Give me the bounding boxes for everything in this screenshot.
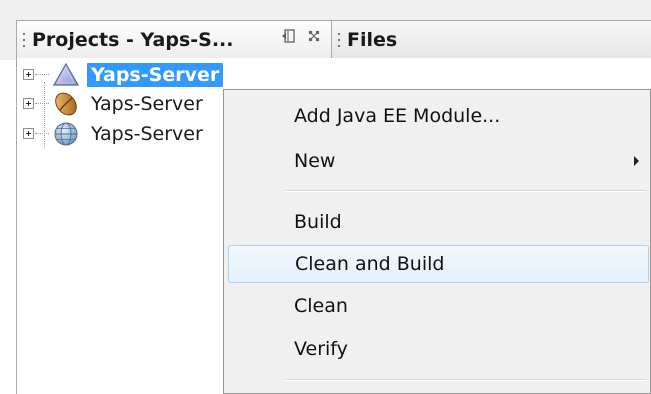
menu-item-add-java-ee-module[interactable]: Add Java EE Module... [228, 97, 649, 135]
close-icon[interactable] [307, 29, 321, 43]
tree-connector-line [35, 74, 49, 75]
tab-projects-label: Projects - Yaps-S... [32, 28, 234, 51]
menu-item-label: Add Java EE Module... [294, 105, 501, 127]
ide-window: Projects - Yaps-S... Files Yaps-Server Y… [0, 0, 651, 394]
tree-node-label[interactable]: Yaps-Server [87, 122, 207, 146]
tree-connector-line [35, 103, 49, 104]
drag-grip-icon[interactable] [337, 30, 341, 49]
tab-files[interactable]: Files [331, 20, 651, 58]
expand-plus-icon[interactable] [23, 69, 34, 80]
menu-item-label: Verify [294, 338, 348, 360]
menu-item-new[interactable]: New [228, 142, 649, 180]
minimize-window-icon[interactable] [281, 28, 297, 44]
menu-item-clean-and-build[interactable]: Clean and Build [228, 245, 649, 283]
tab-files-label: Files [347, 28, 398, 51]
menu-item-label: Clean [294, 295, 348, 317]
web-globe-icon [53, 121, 79, 147]
menu-item-build[interactable]: Build [228, 203, 649, 241]
tree-node-label[interactable]: Yaps-Server [87, 63, 224, 87]
ear-project-icon [52, 62, 80, 88]
tab-projects[interactable]: Projects - Yaps-S... [16, 20, 332, 58]
submenu-arrow-icon [634, 156, 639, 166]
drag-grip-icon[interactable] [22, 30, 26, 49]
menu-item-verify[interactable]: Verify [228, 330, 649, 368]
expand-plus-icon[interactable] [23, 98, 34, 109]
expand-plus-icon[interactable] [23, 128, 34, 139]
menu-item-label: New [294, 150, 336, 172]
tab-controls [281, 28, 321, 44]
menu-separator [286, 190, 646, 192]
menu-item-label: Clean and Build [295, 253, 445, 275]
tree-node-label[interactable]: Yaps-Server [87, 92, 207, 116]
tab-strip: Projects - Yaps-S... Files [0, 0, 651, 60]
menu-item-clean[interactable]: Clean [228, 287, 649, 325]
tree-connector-line [44, 82, 45, 148]
ejb-bean-icon [53, 91, 79, 117]
context-menu: Add Java EE Module... New Build Clean an… [223, 89, 651, 394]
menu-separator [286, 379, 646, 381]
tree-connector-line [35, 133, 49, 134]
menu-item-label: Build [294, 211, 342, 233]
